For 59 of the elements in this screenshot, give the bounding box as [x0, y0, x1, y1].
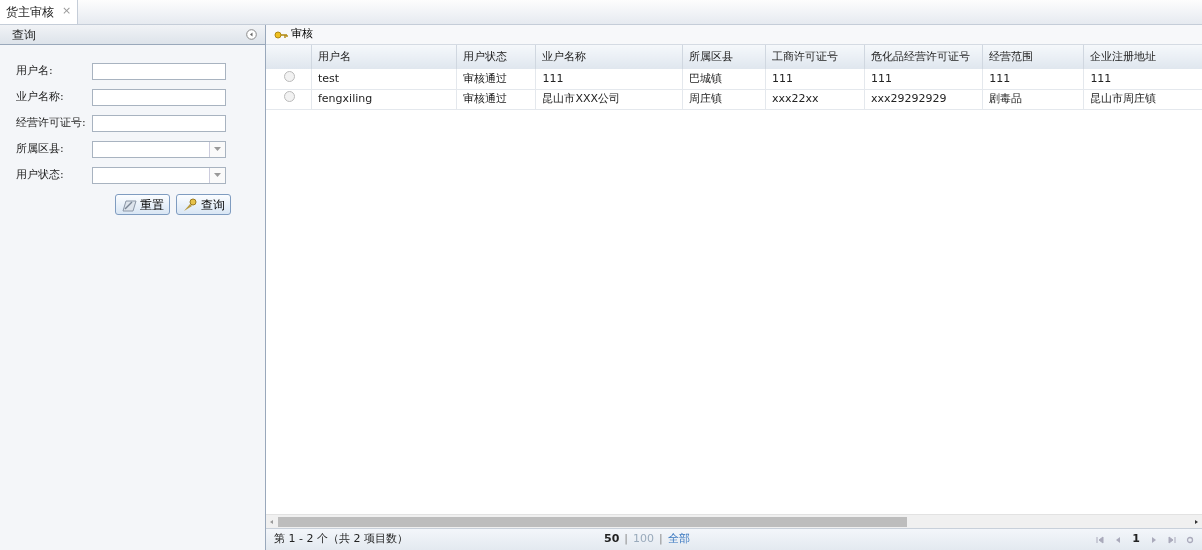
table-cell: 111	[864, 69, 983, 89]
dropdown-field[interactable]	[92, 140, 226, 158]
column-header: 业户名称	[535, 45, 683, 69]
page-summary: 第 1 - 2 个（共 2 项目数）	[274, 531, 409, 548]
page-number[interactable]: 1	[1132, 531, 1140, 548]
approve-button[interactable]: 审核	[272, 26, 315, 43]
table-cell: 111	[1083, 69, 1202, 89]
page-size-link[interactable]: 全部	[667, 531, 690, 548]
column-header: 用户状态	[456, 45, 536, 69]
table-cell: 审核通过	[456, 89, 536, 109]
field-label: 业户名称:	[16, 88, 65, 105]
table-cell: 巴城镇	[682, 69, 766, 89]
column-header: 企业注册地址	[1083, 45, 1202, 69]
field-label: 用户状态:	[16, 166, 65, 183]
next-page-icon[interactable]	[1150, 535, 1158, 544]
radio-button[interactable]	[284, 70, 295, 82]
scrollbar-thumb[interactable]	[278, 516, 908, 527]
table-cell: 昆山市周庄镇	[1083, 89, 1202, 109]
table-cell: xxx29292929	[864, 89, 983, 109]
field-label: 经营许可证号:	[16, 114, 87, 131]
tab[interactable]: 货主审核 ×	[0, 0, 79, 24]
field-label: 用户名:	[16, 62, 54, 79]
table-cell: fengxiling	[311, 89, 457, 109]
separator: |	[624, 531, 629, 548]
key-icon	[274, 30, 288, 39]
column-header: 危化品经营许可证号	[864, 45, 983, 69]
table-cell: 昆山市XXX公司	[535, 89, 683, 109]
refresh-icon[interactable]	[1186, 535, 1194, 544]
column-header: 工商许可证号	[765, 45, 865, 69]
input-field[interactable]	[92, 88, 226, 106]
radio-button[interactable]	[284, 90, 295, 102]
first-page-icon[interactable]	[1096, 535, 1105, 544]
table-cell: 审核通过	[456, 69, 536, 89]
field-label: 所属区县:	[16, 140, 65, 157]
panel-title: 查询	[12, 26, 36, 44]
table-cell: 111	[535, 69, 683, 89]
table-cell: 剧毒品	[982, 89, 1084, 109]
separator: |	[659, 531, 663, 548]
previous-page-icon[interactable]	[1114, 535, 1123, 544]
input-field[interactable]	[92, 114, 226, 132]
search-button[interactable]: 查询	[176, 194, 231, 215]
table-cell: 周庄镇	[682, 89, 766, 109]
key-icon	[182, 197, 198, 212]
column-header: 用户名	[311, 45, 457, 69]
last-page-icon[interactable]	[1168, 535, 1176, 544]
table-cell: 111	[982, 69, 1084, 89]
table-cell: 111	[765, 69, 865, 89]
reset-button[interactable]: 重置	[115, 194, 170, 215]
column-header: 所属区县	[682, 45, 766, 69]
eraser-icon	[121, 197, 137, 212]
table-cell: xxx22xx	[765, 89, 865, 109]
dropdown-field[interactable]	[92, 166, 226, 184]
dropdown-arrow-icon[interactable]	[214, 147, 221, 151]
column-header: 经营范围	[982, 45, 1084, 69]
input-field[interactable]	[92, 62, 226, 80]
table-cell: test	[311, 69, 457, 89]
dropdown-arrow-icon[interactable]	[214, 173, 221, 177]
collapse-icon[interactable]	[246, 29, 257, 40]
page-size-link[interactable]: 50	[604, 531, 620, 548]
